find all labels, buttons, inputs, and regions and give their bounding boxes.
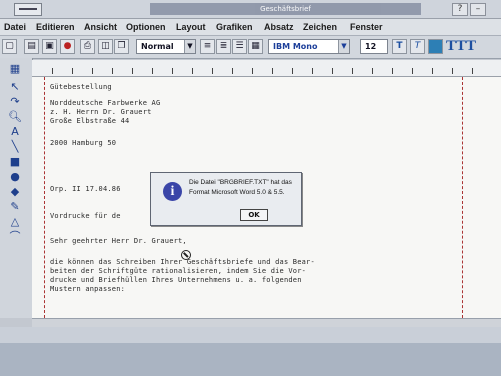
menu-fenster[interactable]: Fenster	[350, 21, 383, 33]
minimize-button[interactable]: –	[470, 3, 486, 16]
size-select-value: 12	[365, 42, 377, 51]
doc-line: Orp. II 17.04.86	[50, 185, 121, 193]
zoom-icon[interactable]: 🔍︎	[8, 110, 22, 124]
italic-icon[interactable]: T	[410, 39, 425, 54]
style-select[interactable]: Normal ▼	[136, 39, 196, 54]
open-file-icon[interactable]: ▤	[24, 39, 39, 54]
doc-line: 2000 Hamburg 50	[50, 139, 117, 147]
curve-tool-icon[interactable]: ⌒	[8, 230, 22, 244]
select-icon[interactable]: ▦	[8, 62, 22, 76]
size-select[interactable]: 12	[360, 39, 388, 54]
text-tool-icon[interactable]: A	[8, 125, 22, 139]
info-icon: i	[163, 182, 182, 201]
menu-grafiken[interactable]: Grafiken	[216, 21, 253, 33]
copy-icon[interactable]: ❐	[114, 39, 129, 54]
doc-line: Gütebestellung	[50, 83, 112, 91]
menu-layout[interactable]: Layout	[176, 21, 206, 33]
doc-line: Norddeutsche Farbwerke AG	[50, 99, 161, 107]
menu-datei[interactable]: Datei	[4, 21, 26, 33]
doc-line: Große Elbstraße 44	[50, 117, 130, 125]
doc-line: Sehr geehrter Herr Dr. Grauert,	[50, 237, 187, 245]
tool-palette: ▦ ↖ ↷ 🔍︎ A ╲ ■ ● ◆ ✎ △ ⌒	[0, 58, 33, 318]
paint-icon[interactable]: ●	[60, 39, 75, 54]
align-right-icon[interactable]: ☰	[232, 39, 247, 54]
font-select-value: IBM Mono	[273, 42, 318, 51]
align-left-icon[interactable]: ≡	[200, 39, 215, 54]
menu-optionen[interactable]: Optionen	[126, 21, 166, 33]
menu-bar: Datei Editieren Ansicht Optionen Layout …	[0, 19, 501, 36]
font-select[interactable]: IBM Mono ▼	[268, 39, 350, 54]
chevron-down-icon: ▼	[184, 40, 195, 53]
rectangle-tool-icon[interactable]: ■	[8, 155, 22, 169]
system-menu-icon[interactable]	[14, 3, 42, 16]
chevron-down-icon: ▼	[338, 40, 349, 53]
window-title: Geschäftsbrief	[150, 3, 421, 15]
doc-line: z. H. Herrn Dr. Grauert	[50, 108, 152, 116]
title-bar: Geschäftsbrief ? –	[0, 0, 501, 19]
arrow-icon[interactable]: ↖	[8, 80, 22, 94]
text-style-icons[interactable]: TTT	[446, 38, 476, 55]
align-center-icon[interactable]: ≣	[216, 39, 231, 54]
new-document-icon[interactable]: ▢	[2, 39, 17, 54]
ok-button[interactable]: OK	[240, 209, 268, 221]
right-margin-guide	[462, 77, 464, 318]
format-info-dialog: i Die Datei "BRGBRIEF.TXT" hat das Forma…	[150, 172, 302, 226]
ruler	[32, 60, 501, 77]
help-button[interactable]: ?	[452, 3, 468, 16]
toolbar: ▢ ▤ ▣ ● ⎙ ◫ ❐ Normal ▼ ≡ ≣ ☰ ▦ IBM Mono …	[0, 36, 501, 59]
doc-line: Mustern anpassen:	[50, 285, 126, 293]
dialog-message-line-1: Die Datei "BRGBRIEF.TXT" hat das	[189, 179, 292, 186]
status-area	[0, 327, 501, 376]
doc-line: Vordrucke für de	[50, 212, 121, 220]
bold-icon[interactable]: T	[392, 39, 407, 54]
pen-tool-icon[interactable]: ✎	[8, 200, 22, 214]
menu-absatz[interactable]: Absatz	[264, 21, 294, 33]
ellipse-tool-icon[interactable]: ●	[8, 170, 22, 184]
preview-icon[interactable]: ◫	[98, 39, 113, 54]
print-icon[interactable]: ⎙	[80, 39, 95, 54]
menu-editieren[interactable]: Editieren	[36, 21, 75, 33]
rotate-icon[interactable]: ↷	[8, 95, 22, 109]
status-bar	[0, 327, 501, 343]
line-tool-icon[interactable]: ╲	[8, 140, 22, 154]
wait-cursor-icon	[181, 250, 191, 260]
app-window: Geschäftsbrief ? – Datei Editieren Ansic…	[0, 0, 501, 376]
menu-ansicht[interactable]: Ansicht	[84, 21, 117, 33]
polygon-tool-icon[interactable]: △	[8, 215, 22, 229]
justify-icon[interactable]: ▦	[248, 39, 263, 54]
doc-line: drucke und Briefhüllen Ihres Unternehmen…	[50, 276, 302, 284]
doc-line: beiten der Schriftgüte rationalisieren, …	[50, 267, 307, 275]
save-icon[interactable]: ▣	[42, 39, 57, 54]
dialog-message-line-2: Format Microsoft Word 5.0 & 5.5.	[189, 189, 285, 196]
menu-zeichen[interactable]: Zeichen	[303, 21, 337, 33]
color-icon[interactable]	[428, 39, 443, 54]
style-select-value: Normal	[141, 42, 174, 51]
fill-tool-icon[interactable]: ◆	[8, 185, 22, 199]
left-margin-guide	[44, 77, 46, 318]
